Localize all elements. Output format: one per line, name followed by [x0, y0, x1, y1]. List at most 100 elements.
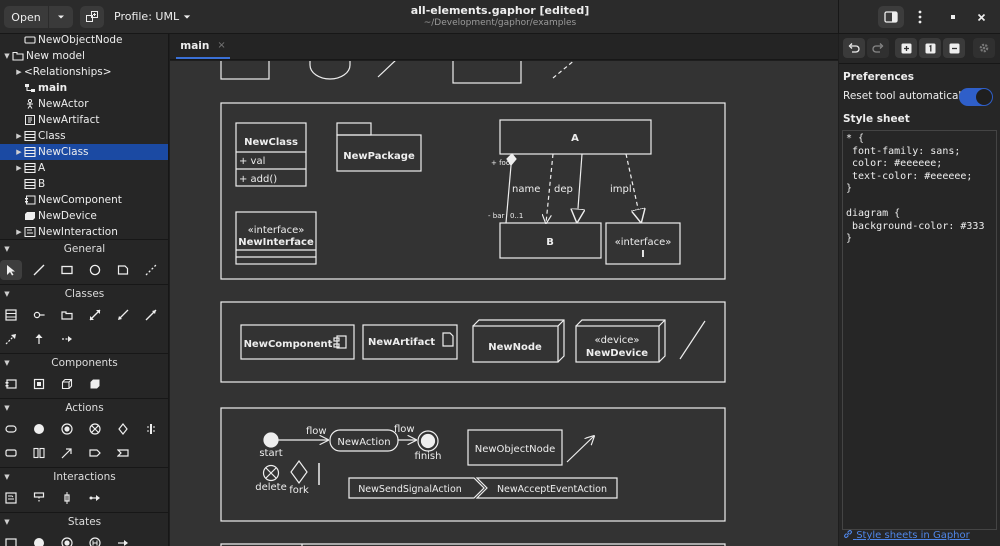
- class-newclass[interactable]: NewClass + val + add(): [235, 122, 307, 187]
- action-newaction[interactable]: NewAction: [329, 429, 399, 452]
- toolbox-section-general[interactable]: ▼ General: [0, 239, 168, 257]
- object-node[interactable]: NewObjectNode: [467, 429, 563, 466]
- partition-tool[interactable]: [28, 443, 50, 463]
- toolbox-section-classes[interactable]: ▼ Classes: [0, 284, 168, 302]
- package-tool[interactable]: [56, 305, 78, 325]
- toggle-sidebar-button[interactable]: [878, 6, 904, 28]
- toolbox-section-actions[interactable]: ▼ Actions: [0, 398, 168, 416]
- history-state-tool[interactable]: [84, 533, 106, 546]
- shared-association-tool[interactable]: [140, 305, 162, 325]
- class-b[interactable]: B: [499, 222, 602, 259]
- initial-node[interactable]: [263, 432, 279, 448]
- node-newnode[interactable]: NewNode: [472, 319, 565, 363]
- expand-icon[interactable]: ▶: [14, 132, 24, 140]
- tree-item[interactable]: ▶ <Relationships>: [0, 64, 168, 80]
- class-a[interactable]: A: [499, 119, 652, 155]
- expand-icon[interactable]: ▶: [14, 68, 24, 76]
- tab-main[interactable]: main ×: [176, 34, 230, 59]
- close-window-button[interactable]: [968, 6, 994, 28]
- initial-node-tool[interactable]: [28, 419, 50, 439]
- decision-node[interactable]: [290, 459, 308, 485]
- send-signal-action[interactable]: NewSendSignalAction: [348, 477, 485, 499]
- lifeline-tool[interactable]: [28, 488, 50, 508]
- artifact-tool[interactable]: [28, 374, 50, 394]
- control-flow-tool[interactable]: [56, 443, 78, 463]
- object-flow[interactable]: [566, 436, 594, 463]
- dependency-arrow[interactable]: [546, 153, 554, 223]
- association-tool[interactable]: [84, 305, 106, 325]
- profile-selector[interactable]: Profile: UML: [114, 10, 191, 23]
- action-tool[interactable]: [0, 419, 22, 439]
- main-menu-button[interactable]: [907, 6, 933, 28]
- package-newpackage[interactable]: NewPackage: [336, 122, 422, 172]
- message-tool[interactable]: [84, 488, 106, 508]
- activity-final-node[interactable]: [417, 430, 439, 452]
- tree-item[interactable]: NewArtifact: [0, 112, 168, 128]
- tree-item[interactable]: ▶ NewClass: [0, 144, 168, 160]
- object-node-tool[interactable]: [0, 443, 22, 463]
- zoom-in-button[interactable]: [895, 38, 917, 58]
- undo-button[interactable]: [843, 38, 865, 58]
- realization-tool[interactable]: [56, 329, 78, 349]
- tree-item[interactable]: main: [0, 80, 168, 96]
- style-sheet-editor[interactable]: * { font-family: sans; color: #eeeeee; t…: [842, 130, 997, 530]
- zoom-out-button[interactable]: [943, 38, 965, 58]
- accept-event-tool[interactable]: [112, 443, 134, 463]
- line-tool[interactable]: [28, 260, 50, 280]
- node-tool[interactable]: [56, 374, 78, 394]
- final-state-tool[interactable]: [56, 533, 78, 546]
- expanded-icon[interactable]: ▼: [2, 52, 12, 60]
- component-tool[interactable]: [0, 374, 22, 394]
- fork-tool[interactable]: [140, 419, 162, 439]
- generalization-arrow[interactable]: [577, 153, 582, 222]
- tree-item[interactable]: NewDevice: [0, 208, 168, 224]
- toolbox-section-interactions[interactable]: ▼ Interactions: [0, 467, 168, 485]
- artifact-newartifact[interactable]: NewArtifact: [362, 324, 458, 360]
- box-tool[interactable]: [56, 260, 78, 280]
- flow-final-tool[interactable]: [84, 419, 106, 439]
- interaction-tool[interactable]: [0, 488, 22, 508]
- interface-newinterface[interactable]: «interface» NewInterface: [235, 211, 317, 265]
- zoom-100-button[interactable]: [919, 38, 941, 58]
- send-signal-tool[interactable]: [84, 443, 106, 463]
- interface-i[interactable]: «interface» I: [605, 222, 681, 265]
- comment-tool[interactable]: [112, 260, 134, 280]
- comment-line-tool[interactable]: [140, 260, 162, 280]
- state-machine-tool[interactable]: [0, 533, 22, 546]
- tree-item[interactable]: ▶ A: [0, 160, 168, 176]
- dependency-tool[interactable]: [0, 329, 22, 349]
- component-line[interactable]: [679, 320, 706, 360]
- device-newdevice[interactable]: «device» NewDevice: [575, 319, 666, 363]
- flow-final-node[interactable]: [262, 464, 280, 482]
- component-newcomponent[interactable]: NewComponent: [240, 324, 355, 360]
- initial-state-tool[interactable]: [28, 533, 50, 546]
- decision-tool[interactable]: [112, 419, 134, 439]
- settings-button[interactable]: [973, 38, 995, 58]
- interface-tool[interactable]: [28, 305, 50, 325]
- generalization-tool[interactable]: [28, 329, 50, 349]
- tree-item[interactable]: NewActor: [0, 96, 168, 112]
- new-diagram-button[interactable]: [80, 6, 104, 28]
- open-menu-button[interactable]: [49, 6, 73, 28]
- execution-spec-tool[interactable]: [56, 488, 78, 508]
- activity-final-tool[interactable]: [56, 419, 78, 439]
- open-button[interactable]: Open: [4, 6, 48, 28]
- accept-event-action[interactable]: NewAcceptEventAction: [475, 477, 618, 499]
- tree-item[interactable]: ▶ Class: [0, 128, 168, 144]
- minimize-button[interactable]: [940, 6, 966, 28]
- tree-item[interactable]: ▼ New model: [0, 48, 168, 64]
- style-sheets-link[interactable]: Style sheets in Gaphor: [843, 529, 970, 541]
- expand-icon[interactable]: ▶: [14, 164, 24, 172]
- tab-close-icon[interactable]: ×: [217, 40, 225, 51]
- tree-item[interactable]: NewComponent: [0, 192, 168, 208]
- expand-icon[interactable]: ▶: [14, 148, 24, 156]
- tree-item[interactable]: NewObjectNode: [0, 34, 168, 48]
- device-tool[interactable]: [84, 374, 106, 394]
- expand-icon[interactable]: ▶: [14, 228, 24, 236]
- pointer-tool[interactable]: [0, 260, 22, 280]
- ellipse-tool[interactable]: [84, 260, 106, 280]
- tree-item[interactable]: ▶ NewInteraction: [0, 224, 168, 240]
- toolbox-section-states[interactable]: ▼ States: [0, 512, 168, 530]
- redo-button[interactable]: [867, 38, 889, 58]
- toolbox-section-components[interactable]: ▼ Components: [0, 353, 168, 371]
